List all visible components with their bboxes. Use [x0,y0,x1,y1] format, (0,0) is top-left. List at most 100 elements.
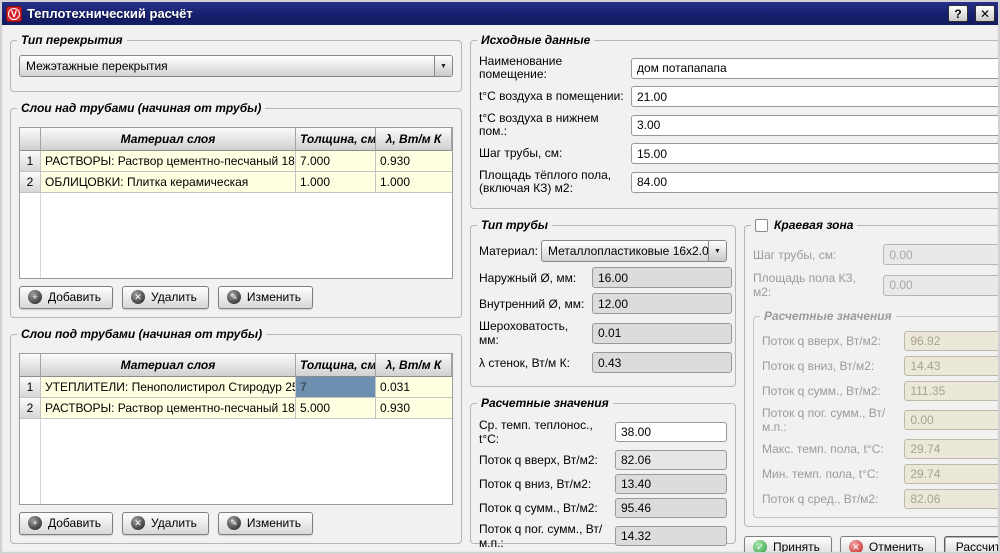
inner-diameter-field[interactable] [592,293,732,314]
row-number[interactable]: 1 [20,151,41,172]
cell-material[interactable]: РАСТВОРЫ: Раствор цементно-песчаный 1800 [41,151,296,172]
app-logo-v: V [8,8,20,20]
row-number[interactable]: 2 [20,172,41,193]
edit-icon: ✎ [227,290,241,304]
cancel-button[interactable]: ✕ Отменить [840,536,936,552]
cell-thickness[interactable]: 1.000 [296,172,376,193]
column-header-num [20,354,41,377]
table-row[interactable]: 1 РАСТВОРЫ: Раствор цементно-песчаный 18… [20,151,452,172]
pipe-step-label: Шаг трубы, см: [479,147,631,160]
edge-flow-up-field [904,331,998,351]
pipe-material-select[interactable]: Металлопластиковые 16x2.0 ▼ [541,240,727,262]
flow-up-label: Поток q вверх, Вт/м2: [479,453,615,467]
column-header-thickness: Толщина, см [296,128,376,151]
lower-room-temp-label: t°С воздуха в нижнем пом.: [479,112,631,138]
flow-up-field[interactable] [615,450,727,470]
table-header-row: Материал слоя Толщина, см λ, Вт/м К [20,128,452,151]
edge-floor-area-label: Площадь пола КЗ, м2: [753,271,883,299]
edge-flow-down-field [904,356,998,376]
room-name-input[interactable] [631,58,998,79]
layers-above-table[interactable]: Материал слоя Толщина, см λ, Вт/м К 1 РА… [19,127,453,279]
flow-linear-sum-field[interactable] [615,526,727,546]
edit-layer-button[interactable]: ✎ Изменить [218,286,313,309]
floor-type-group: Тип перекрытия Межэтажные перекрытия ▼ [10,40,462,92]
edge-floor-area-field [883,275,998,296]
floor-type-group-title: Тип перекрытия [17,33,127,47]
layers-below-group-title: Слои под трубами (начиная от трубы) [17,327,266,341]
cell-thickness-selected[interactable]: 7 [296,377,376,398]
add-layer-label: Добавить [48,290,101,304]
coolant-temp-input[interactable] [615,422,727,442]
cancel-icon: ✕ [849,540,863,552]
calculate-label: Рассчитать [956,540,998,552]
row-number[interactable]: 1 [20,377,41,398]
edge-zone-group: Краевая зона Шаг трубы, см: Площадь пола… [744,225,998,527]
help-button[interactable]: ? [948,5,968,22]
flow-down-label: Поток q вниз, Вт/м2: [479,477,615,491]
add-layer-button[interactable]: + Добавить [19,286,113,309]
flow-down-field[interactable] [615,474,727,494]
calc-values-group-title: Расчетные значения [477,396,613,410]
edge-flow-sum-field [904,381,998,401]
wall-lambda-label: λ стенок, Вт/м К: [479,356,592,370]
delete-layer-label: Удалить [151,516,197,530]
edge-calc-values-group: Расчетные значения Поток q вверх, Вт/м2:… [753,316,998,518]
edge-pipe-step-field [883,244,998,265]
cell-lambda[interactable]: 1.000 [376,172,452,193]
outer-diameter-field[interactable] [592,267,732,288]
pipe-material-label: Материал: [479,244,541,258]
table-row[interactable]: 1 УТЕПЛИТЕЛИ: Пенополистирол Стиродур 25… [20,377,452,398]
title-bar[interactable]: V Теплотехнический расчёт ? ✕ [2,2,998,25]
floor-type-select[interactable]: Межэтажные перекрытия ▼ [19,55,453,77]
cell-lambda[interactable]: 0.930 [376,398,452,419]
inner-diameter-label: Внутренний Ø, мм: [479,297,592,311]
flow-sum-label: Поток q сумм., Вт/м2: [479,501,615,515]
wall-lambda-field[interactable] [592,352,732,373]
column-header-thickness: Толщина, см [296,354,376,377]
dialog-window: V Теплотехнический расчёт ? ✕ Тип перекр… [0,0,1000,554]
edge-calc-values-group-title: Расчетные значения [760,309,896,323]
table-row[interactable]: 2 РАСТВОРЫ: Раствор цементно-песчаный 18… [20,398,452,419]
edit-layer-button[interactable]: ✎ Изменить [218,512,313,535]
delete-layer-button[interactable]: ✕ Удалить [122,286,209,309]
edge-zone-checkbox[interactable] [755,219,768,232]
cell-lambda[interactable]: 0.930 [376,151,452,172]
room-air-temp-input[interactable] [631,86,998,107]
column-header-material: Материал слоя [41,354,296,377]
table-empty-area [20,193,452,278]
add-layer-button[interactable]: + Добавить [19,512,113,535]
table-empty-area [20,419,452,504]
edge-flow-down-label: Поток q вниз, Вт/м2: [762,359,904,373]
chevron-down-icon[interactable]: ▼ [708,241,726,261]
flow-linear-sum-label: Поток q пог. сумм., Вт/м.п.: [479,522,615,550]
accept-button[interactable]: ✓ Принять [744,536,832,552]
pipe-type-group-title: Тип трубы [477,218,552,232]
layers-below-table[interactable]: Материал слоя Толщина, см λ, Вт/м К 1 УТ… [19,353,453,505]
delete-layer-button[interactable]: ✕ Удалить [122,512,209,535]
row-number[interactable]: 2 [20,398,41,419]
cell-thickness[interactable]: 5.000 [296,398,376,419]
edge-min-floor-temp-label: Мин. темп. пола, t°С: [762,467,904,481]
cell-lambda[interactable]: 0.031 [376,377,452,398]
lower-room-temp-input[interactable] [631,115,998,136]
cell-material[interactable]: ОБЛИЦОВКИ: Плитка керамическая [41,172,296,193]
chevron-down-icon[interactable]: ▼ [434,56,452,76]
edge-flow-linear-sum-field [904,410,998,430]
calculate-button[interactable]: Рассчитать [944,536,998,552]
table-row[interactable]: 2 ОБЛИЦОВКИ: Плитка керамическая 1.000 1… [20,172,452,193]
add-layer-label: Добавить [48,516,101,530]
cell-thickness[interactable]: 7.000 [296,151,376,172]
add-icon: + [28,516,42,530]
layers-below-group: Слои под трубами (начиная от трубы) Мате… [10,334,462,544]
floor-area-input[interactable] [631,172,998,193]
outer-diameter-label: Наружный Ø, мм: [479,271,592,285]
roughness-field[interactable] [592,323,732,344]
edge-flow-sum-label: Поток q сумм., Вт/м2: [762,384,904,398]
close-button[interactable]: ✕ [975,5,995,22]
pipe-step-input[interactable] [631,143,998,164]
layers-above-group: Слои над трубами (начиная от трубы) Мате… [10,108,462,318]
cell-material[interactable]: РАСТВОРЫ: Раствор цементно-песчаный 1800 [41,398,296,419]
cell-material[interactable]: УТЕПЛИТЕЛИ: Пенополистирол Стиродур 2500… [41,377,296,398]
flow-sum-field[interactable] [615,498,727,518]
coolant-temp-label: Ср. темп. теплонос., t°С: [479,418,615,446]
